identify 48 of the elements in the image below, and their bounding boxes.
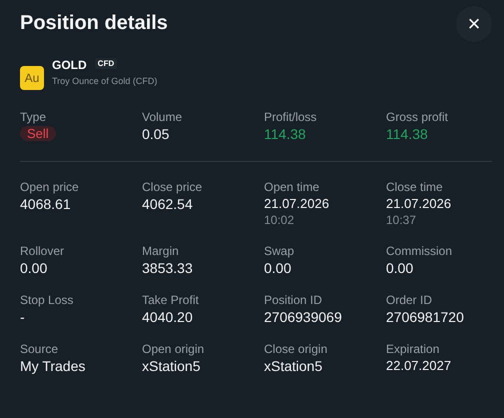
field-value: - bbox=[20, 309, 25, 325]
field-value: 114.38 bbox=[264, 126, 306, 142]
instrument-description: Troy Ounce of Gold (CFD) bbox=[52, 76, 158, 86]
field-value: 0.00 bbox=[386, 260, 414, 276]
field-label: Swap bbox=[264, 244, 294, 258]
field-label: Margin bbox=[142, 244, 179, 258]
field-label: Type bbox=[20, 110, 46, 124]
field-value: 114.38 bbox=[386, 126, 428, 142]
field-value: xStation5 bbox=[142, 358, 200, 374]
field-value: 22.07.2027 bbox=[386, 358, 452, 373]
field-value: 0.05 bbox=[142, 126, 170, 142]
field-value: My Trades bbox=[20, 358, 86, 374]
field-label: Close origin bbox=[264, 342, 328, 356]
field-label: Open price bbox=[20, 180, 79, 194]
sell-tag: Sell bbox=[20, 126, 56, 141]
field-label: Position ID bbox=[264, 293, 322, 307]
field-label: Profit/loss bbox=[264, 110, 317, 124]
field-label: Commission bbox=[386, 244, 452, 258]
field-label: Close time bbox=[386, 180, 443, 194]
field-value: 4040.20 bbox=[142, 309, 193, 325]
field-value: 4062.54 bbox=[142, 196, 193, 212]
field-value: 21.07.2026 bbox=[386, 196, 452, 211]
instrument-logo: Au bbox=[20, 66, 44, 90]
field-value: 4068.61 bbox=[20, 196, 71, 212]
field-label: Close price bbox=[142, 180, 202, 194]
field-label: Open time bbox=[264, 180, 320, 194]
field-label: Expiration bbox=[386, 342, 440, 356]
field-value: 21.07.2026 bbox=[264, 196, 330, 211]
cfd-tag: CFD bbox=[94, 58, 118, 68]
field-label: Take Profit bbox=[142, 293, 199, 307]
field-label: Gross profit bbox=[386, 110, 448, 124]
field-value: xStation5 bbox=[264, 358, 322, 374]
field-value: 3853.33 bbox=[142, 260, 193, 276]
field-label: Open origin bbox=[142, 342, 204, 356]
field-label: Volume bbox=[142, 110, 182, 124]
field-value: 2706981720 bbox=[386, 309, 464, 325]
field-label: Rollover bbox=[20, 244, 64, 258]
time-value: 10:02 bbox=[264, 213, 294, 227]
instrument-symbol: GOLD bbox=[52, 58, 87, 72]
field-label: Source bbox=[20, 342, 58, 356]
field-value: 0.00 bbox=[20, 260, 48, 276]
field-label: Order ID bbox=[386, 293, 432, 307]
panel-title: Position details bbox=[20, 12, 168, 34]
field-label: Stop Loss bbox=[20, 293, 74, 307]
field-value: 2706939069 bbox=[264, 309, 342, 325]
close-button[interactable]: × bbox=[456, 6, 492, 42]
field-value: 0.00 bbox=[264, 260, 292, 276]
time-value: 10:37 bbox=[386, 213, 416, 227]
